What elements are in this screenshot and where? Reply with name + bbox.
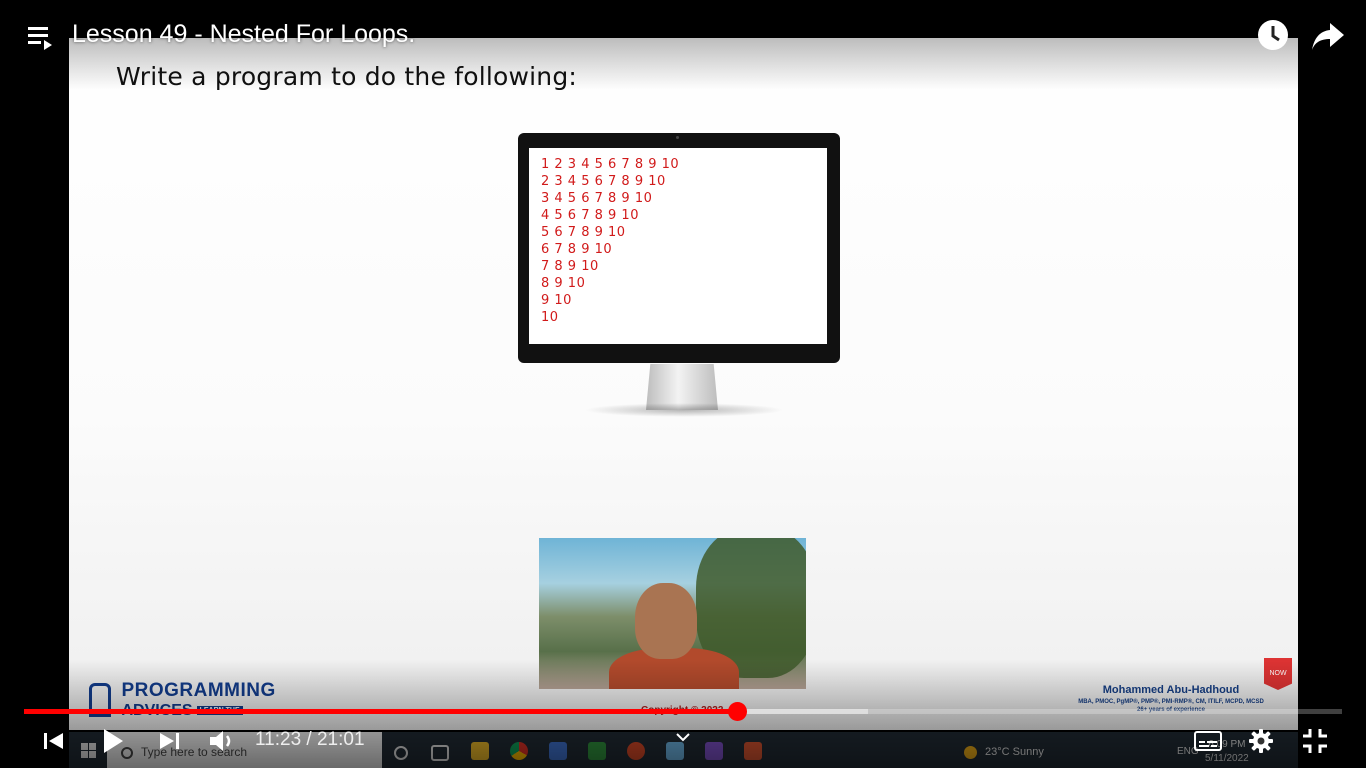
output-line: 10 (541, 310, 559, 325)
settings-button[interactable] (1246, 726, 1276, 756)
clock-icon (1258, 20, 1288, 50)
file-explorer-icon (471, 742, 489, 760)
video-player[interactable]: Write a program to do the following: 1 2… (0, 0, 1366, 768)
author-credentials: MBA, PMOC, PgMP®, PMP®, PMI-RMP®, CM, IT… (1078, 699, 1264, 705)
play-button[interactable] (96, 726, 128, 756)
current-time: 11:23 (255, 729, 302, 750)
presenter-webcam (539, 538, 806, 689)
output-line: 6 7 8 9 10 (541, 242, 613, 257)
watch-later-button[interactable] (1257, 19, 1289, 51)
monitor-illustration: 1 2 3 4 5 6 7 8 9 10 2 3 4 5 6 7 8 9 10 … (518, 133, 840, 363)
skip-previous-icon (44, 733, 63, 749)
subscribe-badge: NOW (1264, 658, 1292, 690)
output-line: 7 8 9 10 (541, 259, 599, 274)
video-frame[interactable]: Write a program to do the following: 1 2… (69, 38, 1298, 730)
subtitles-button[interactable] (1192, 726, 1224, 756)
recorder-icon (744, 742, 762, 760)
gear-icon (1249, 729, 1273, 753)
mute-button[interactable] (207, 726, 237, 756)
slide-heading: Write a program to do the following: (116, 62, 578, 91)
visual-studio-icon (705, 742, 723, 760)
store-icon (549, 742, 567, 760)
chevron-down-icon (676, 733, 690, 742)
output-line: 4 5 6 7 8 9 10 (541, 208, 639, 223)
sun-icon (964, 745, 977, 759)
monitor-shadow (584, 403, 784, 417)
progress-played (24, 709, 738, 714)
output-line: 5 6 7 8 9 10 (541, 225, 626, 240)
output-line: 2 3 4 5 6 7 8 9 10 (541, 174, 666, 189)
camtasia-icon (588, 742, 606, 760)
subtitles-icon (1194, 731, 1222, 751)
brand-name: PROGRAMMING (121, 680, 276, 701)
share-button[interactable] (1310, 19, 1346, 53)
output-line: 9 10 (541, 293, 572, 308)
author-name: Mohammed Abu-Hadhoud (1102, 684, 1240, 696)
play-icon (104, 729, 123, 753)
skip-next-icon (160, 733, 179, 749)
duration: 21:01 (316, 729, 365, 750)
cortana-icon (394, 746, 408, 760)
output-line: 3 4 5 6 7 8 9 10 (541, 191, 653, 206)
monitor-screen: 1 2 3 4 5 6 7 8 9 10 2 3 4 5 6 7 8 9 10 … (529, 148, 827, 344)
exit-fullscreen-icon (1303, 729, 1327, 753)
playlist-icon (28, 27, 52, 50)
time-display: 11:23 / 21:01 (255, 729, 365, 751)
windows-start-icon (81, 743, 96, 758)
volume-icon (210, 731, 231, 751)
output-line: 1 2 3 4 5 6 7 8 9 10 (541, 157, 680, 172)
previous-button[interactable] (40, 726, 68, 756)
chevron-button[interactable] (671, 728, 695, 746)
video-title[interactable]: Lesson 49 - Nested For Loops. (72, 20, 415, 49)
time-separator: / (306, 729, 312, 750)
chrome-icon (510, 742, 528, 760)
output-line: 8 9 10 (541, 276, 586, 291)
taskbar-weather: 23°C Sunny (964, 732, 1044, 768)
next-button[interactable] (155, 726, 183, 756)
brand-logo: PROGRAMMING ADVICESLEARN THE (89, 680, 276, 720)
powerpoint-icon (627, 742, 645, 760)
exit-fullscreen-button[interactable] (1300, 726, 1330, 756)
progress-bar[interactable] (24, 702, 1342, 721)
share-icon (1312, 23, 1344, 50)
playlist-button[interactable] (27, 24, 55, 52)
task-view-icon (431, 745, 449, 761)
